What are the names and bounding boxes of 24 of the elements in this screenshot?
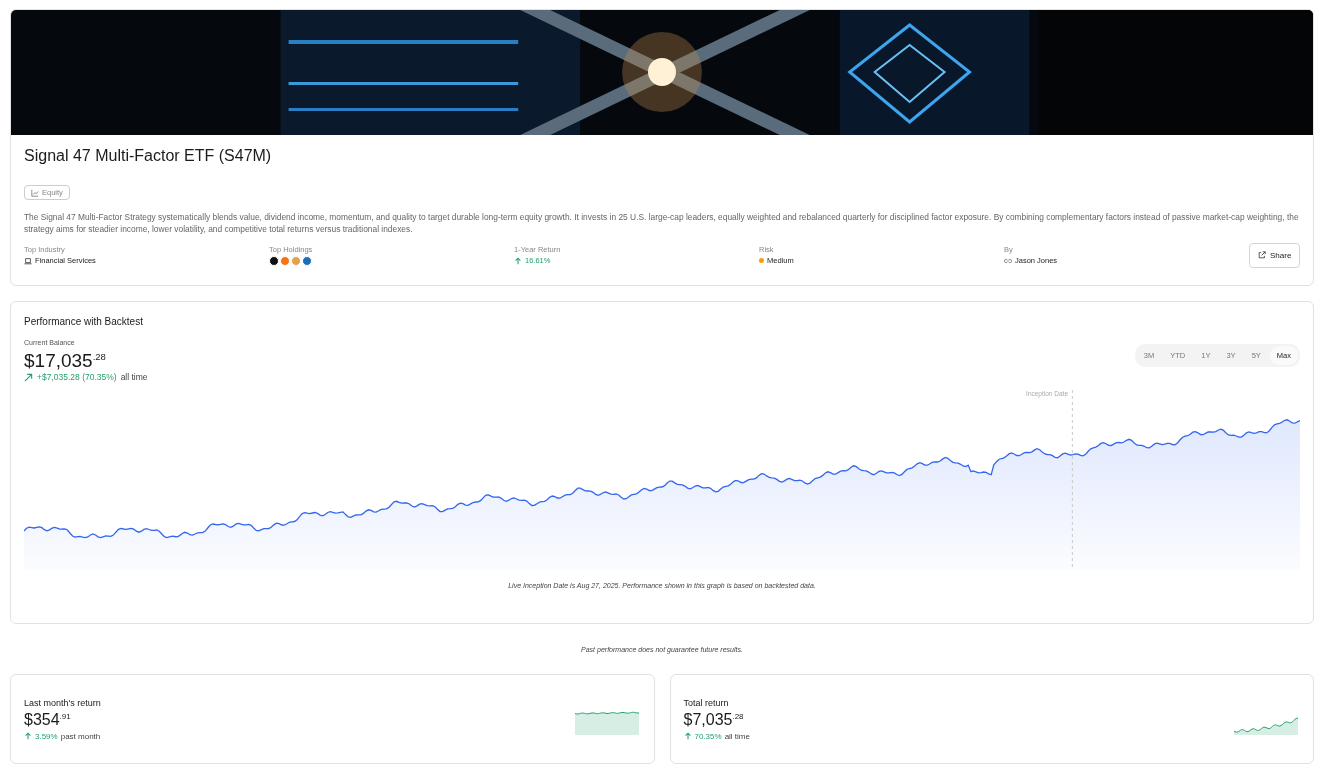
stat-change: 3.59% bbox=[35, 731, 58, 741]
line-chart-icon bbox=[31, 188, 39, 197]
up-arrow-icon bbox=[24, 732, 32, 740]
link-icon bbox=[1004, 256, 1012, 265]
up-arrow-icon bbox=[514, 256, 522, 265]
up-arrow-icon bbox=[683, 732, 692, 740]
change-period: all time bbox=[120, 372, 148, 383]
stat-change: 70.35% bbox=[694, 731, 722, 741]
stat-period: past month bbox=[60, 731, 101, 741]
trend-arrow-icon bbox=[24, 372, 33, 382]
external-link-icon bbox=[1258, 251, 1266, 259]
stat-amount: $354$^{.91}$ bbox=[24, 710, 72, 729]
balance-amount: $17,035$^{.28}$ bbox=[24, 349, 107, 373]
stat-amount: $7,035$^{.28}$ bbox=[683, 710, 745, 729]
laptop-icon bbox=[24, 256, 32, 265]
section-title: Performance with Backtest bbox=[24, 316, 144, 327]
stat-title: Total return bbox=[683, 697, 730, 708]
stat-title: Last month's return bbox=[24, 697, 101, 708]
fund-title: Signal 47 Multi-Factor ETF (S47M) bbox=[24, 147, 273, 165]
share-button[interactable]: Share bbox=[1249, 242, 1301, 268]
stat-period: all time bbox=[724, 731, 750, 741]
fund-description: The Signal 47 Multi-Factor Strategy systematically blends value, dividend income, momentum, and quality to target durable long-term equity growth. It invests in 25 U.S. large-cap leaders, equally weighted and rebalanced quarterly for disciplined factor exposure. By combining complementary factors instead of passive market-cap weighting, the strategy aims for steadier income, lower volatility, and competitive total returns versus traditional indexes. bbox=[24, 210, 1300, 236]
sparkline-drawing bbox=[574, 711, 639, 735]
balance-change: +$7,035.28 (70.35%) bbox=[37, 372, 117, 383]
